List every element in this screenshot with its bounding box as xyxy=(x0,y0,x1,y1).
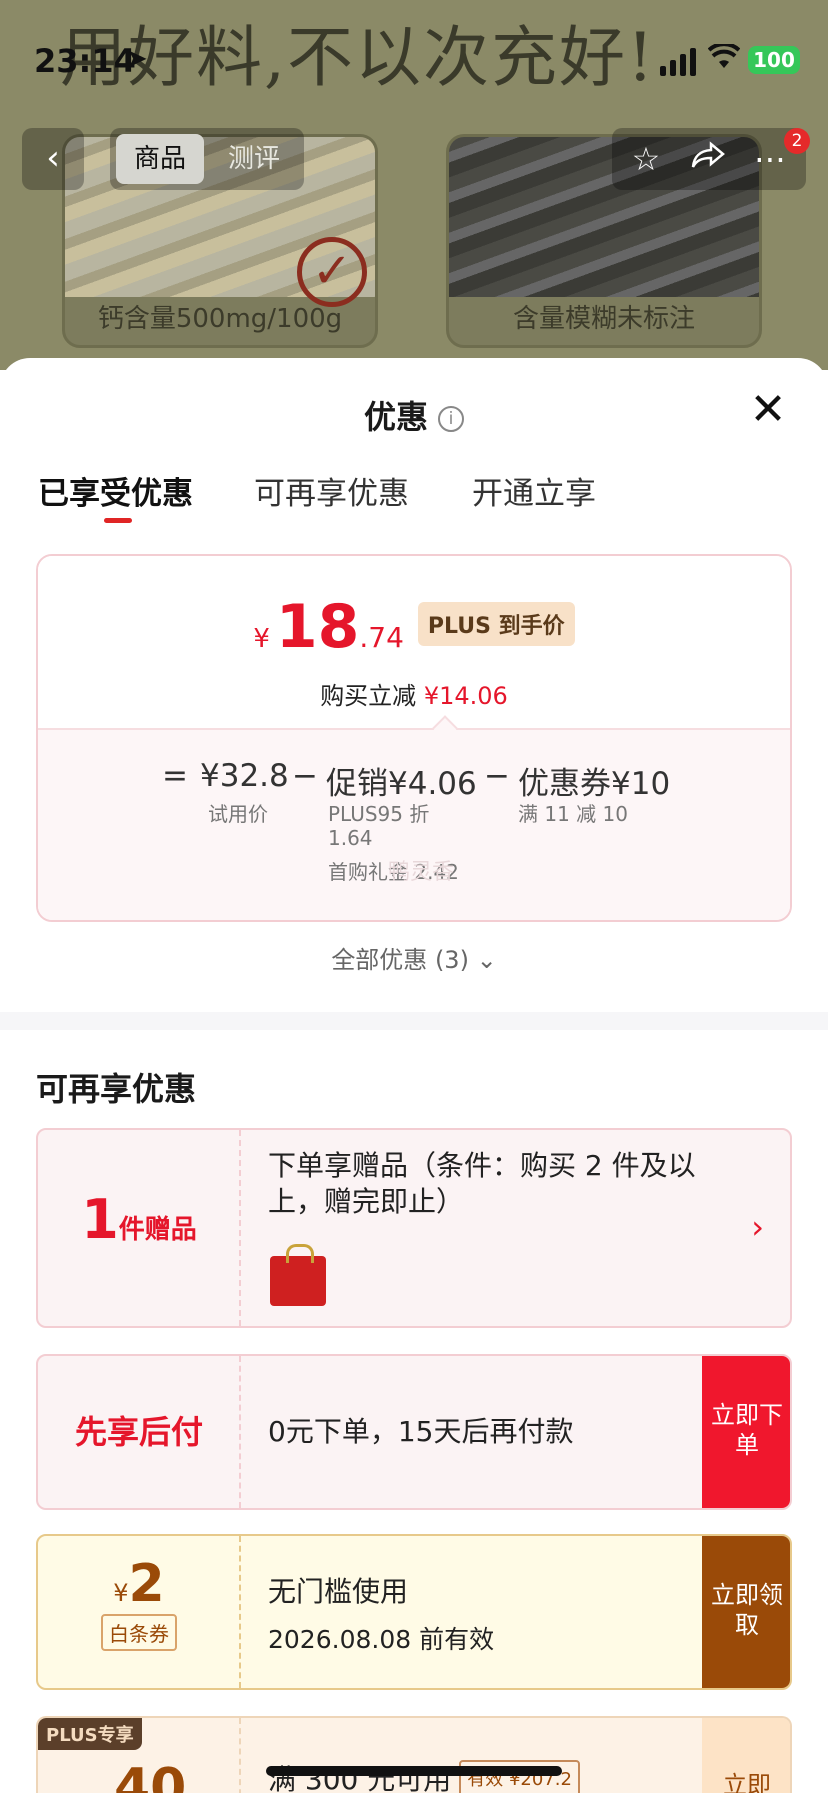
active-tab-indicator xyxy=(104,518,132,523)
tab-open-enjoy[interactable]: 开通立享 xyxy=(472,468,596,513)
coupon-caption: 满 11 减 10 xyxy=(518,802,628,826)
equals-sign: = xyxy=(162,758,188,794)
base-price: ¥32.8 xyxy=(200,758,289,794)
coupon-value: 优惠券¥10 xyxy=(518,766,671,802)
pay-later-card: 先享后付 0元下单，15天后再付款 立即下单 xyxy=(36,1354,792,1510)
savings-label: 购买立减 xyxy=(320,682,417,710)
sheet-title: 优惠 i xyxy=(0,392,828,438)
message-badge: 2 xyxy=(784,128,810,154)
price-breakdown-card: ¥18.74 PLUS 到手价 购买立减 ¥14.06 = ¥32.8 试用价 −… xyxy=(36,554,792,922)
price-integer: 18 xyxy=(275,592,360,662)
pay-later-text: 0元下单，15天后再付款 xyxy=(268,1415,574,1448)
home-indicator[interactable] xyxy=(266,1766,562,1776)
gift-bag-image xyxy=(270,1244,326,1306)
gift-count-unit: 件赠品 xyxy=(118,1215,197,1245)
pay-later-label: 先享后付 xyxy=(74,1413,203,1451)
battery-indicator: 100 xyxy=(748,46,800,74)
chevron-right-icon[interactable]: › xyxy=(751,1208,764,1246)
savings-amount: ¥14.06 xyxy=(423,682,508,710)
page-tabs: 商品 测评 xyxy=(110,128,304,190)
baitiao-coupon-card: ¥2 白条券 无门槛使用 2026.08.08 前有效 立即领取 xyxy=(36,1534,792,1690)
all-offers-label: 全部优惠 (3) xyxy=(331,946,469,974)
compare-caption-right: 含量模糊未标注 xyxy=(512,304,695,334)
gift-offer-card[interactable]: 1件赠品 下单享赠品（条件：购买 2 件及以上，赠完即止） › xyxy=(36,1128,792,1328)
baitiao-amount: ¥2 白条券 xyxy=(38,1536,240,1688)
location-arrow-icon: ➤ xyxy=(126,44,148,74)
baitiao-amount-value: 2 xyxy=(128,1554,165,1614)
promo-value: 促销¥4.06 xyxy=(326,766,477,802)
claim-now-button[interactable]: 立即领取 xyxy=(702,1536,790,1688)
all-offers-toggle[interactable]: 全部优惠 (3) ⌄ xyxy=(0,940,828,975)
baitiao-condition: 无门槛使用 xyxy=(268,1575,409,1608)
plus-coupon-card: PLUS专享 ¥ 40 满 300 元可用有效 ¥207.2 立即 xyxy=(36,1716,792,1793)
minus-sign: − xyxy=(484,758,510,794)
gift-count-number: 1 xyxy=(81,1188,119,1251)
offers-sheet: 优惠 i ✕ 已享受优惠 可再享优惠 开通立享 ¥18.74 PLUS 到手价 购买… xyxy=(0,358,828,1793)
minus-sign: − xyxy=(292,758,318,794)
tab-goods[interactable]: 商品 xyxy=(116,134,205,184)
base-price-caption: 试用价 xyxy=(208,802,268,826)
share-icon[interactable] xyxy=(686,138,730,180)
price-decimal: .74 xyxy=(359,621,404,654)
status-bar: 23:14 ➤ 100 xyxy=(0,0,828,118)
star-icon[interactable]: ☆ xyxy=(624,138,668,180)
baitiao-currency: ¥ xyxy=(113,1579,129,1607)
gift-count: 1件赠品 xyxy=(38,1130,240,1326)
price-currency: ¥ xyxy=(253,624,270,654)
wifi-icon xyxy=(707,42,741,77)
tab-review[interactable]: 测评 xyxy=(210,134,298,184)
offer-tabs: 已享受优惠 可再享优惠 开通立享 xyxy=(38,468,798,528)
savings-line: 购买立减 ¥14.06 xyxy=(38,676,790,711)
tab-more-offers[interactable]: 可再享优惠 xyxy=(254,468,409,513)
status-time: 23:14 xyxy=(34,42,136,80)
top-actions: ☆ ⋯ xyxy=(612,128,806,190)
baitiao-expiry: 2026.08.08 前有效 xyxy=(268,1625,495,1654)
close-button[interactable]: ✕ xyxy=(746,388,790,432)
plus-coupon-condition: 满 300 元可用 有效 ¥207.2 xyxy=(268,1760,580,1793)
back-button[interactable]: ‹ xyxy=(22,128,84,190)
check-icon: ✓ xyxy=(297,237,367,307)
plus-coupon-amount: 40 xyxy=(114,1758,187,1793)
tab-enjoyed[interactable]: 已享受优惠 xyxy=(38,468,193,513)
plus-price-tag: PLUS 到手价 xyxy=(417,602,575,646)
info-icon[interactable]: i xyxy=(438,406,464,432)
gift-description: 下单享赠品（条件：购买 2 件及以上，赠完即止） xyxy=(268,1149,696,1218)
plus-coupon-tag: 有效 ¥207.2 xyxy=(459,1760,580,1793)
section-divider xyxy=(0,1012,828,1030)
watermark: 鸭灵香 xyxy=(388,860,455,885)
sheet-title-text: 优惠 xyxy=(363,398,428,436)
promo-detail-plus-amount: 1.64 xyxy=(328,826,373,850)
plus-exclusive-badge: PLUS专享 xyxy=(38,1718,142,1750)
promo-detail-plus: PLUS95 折 xyxy=(328,802,430,826)
plus-claim-button[interactable]: 立即 xyxy=(702,1718,790,1793)
signal-icon xyxy=(660,48,700,76)
baitiao-tag: 白条券 xyxy=(101,1614,177,1651)
order-now-button[interactable]: 立即下单 xyxy=(702,1356,790,1508)
section-title: 可再享优惠 xyxy=(36,1070,197,1108)
compare-caption-left: 钙含量500mg/100g xyxy=(97,304,343,334)
chevron-down-icon: ⌄ xyxy=(476,946,497,974)
final-price: ¥18.74 PLUS 到手价 xyxy=(38,592,790,662)
